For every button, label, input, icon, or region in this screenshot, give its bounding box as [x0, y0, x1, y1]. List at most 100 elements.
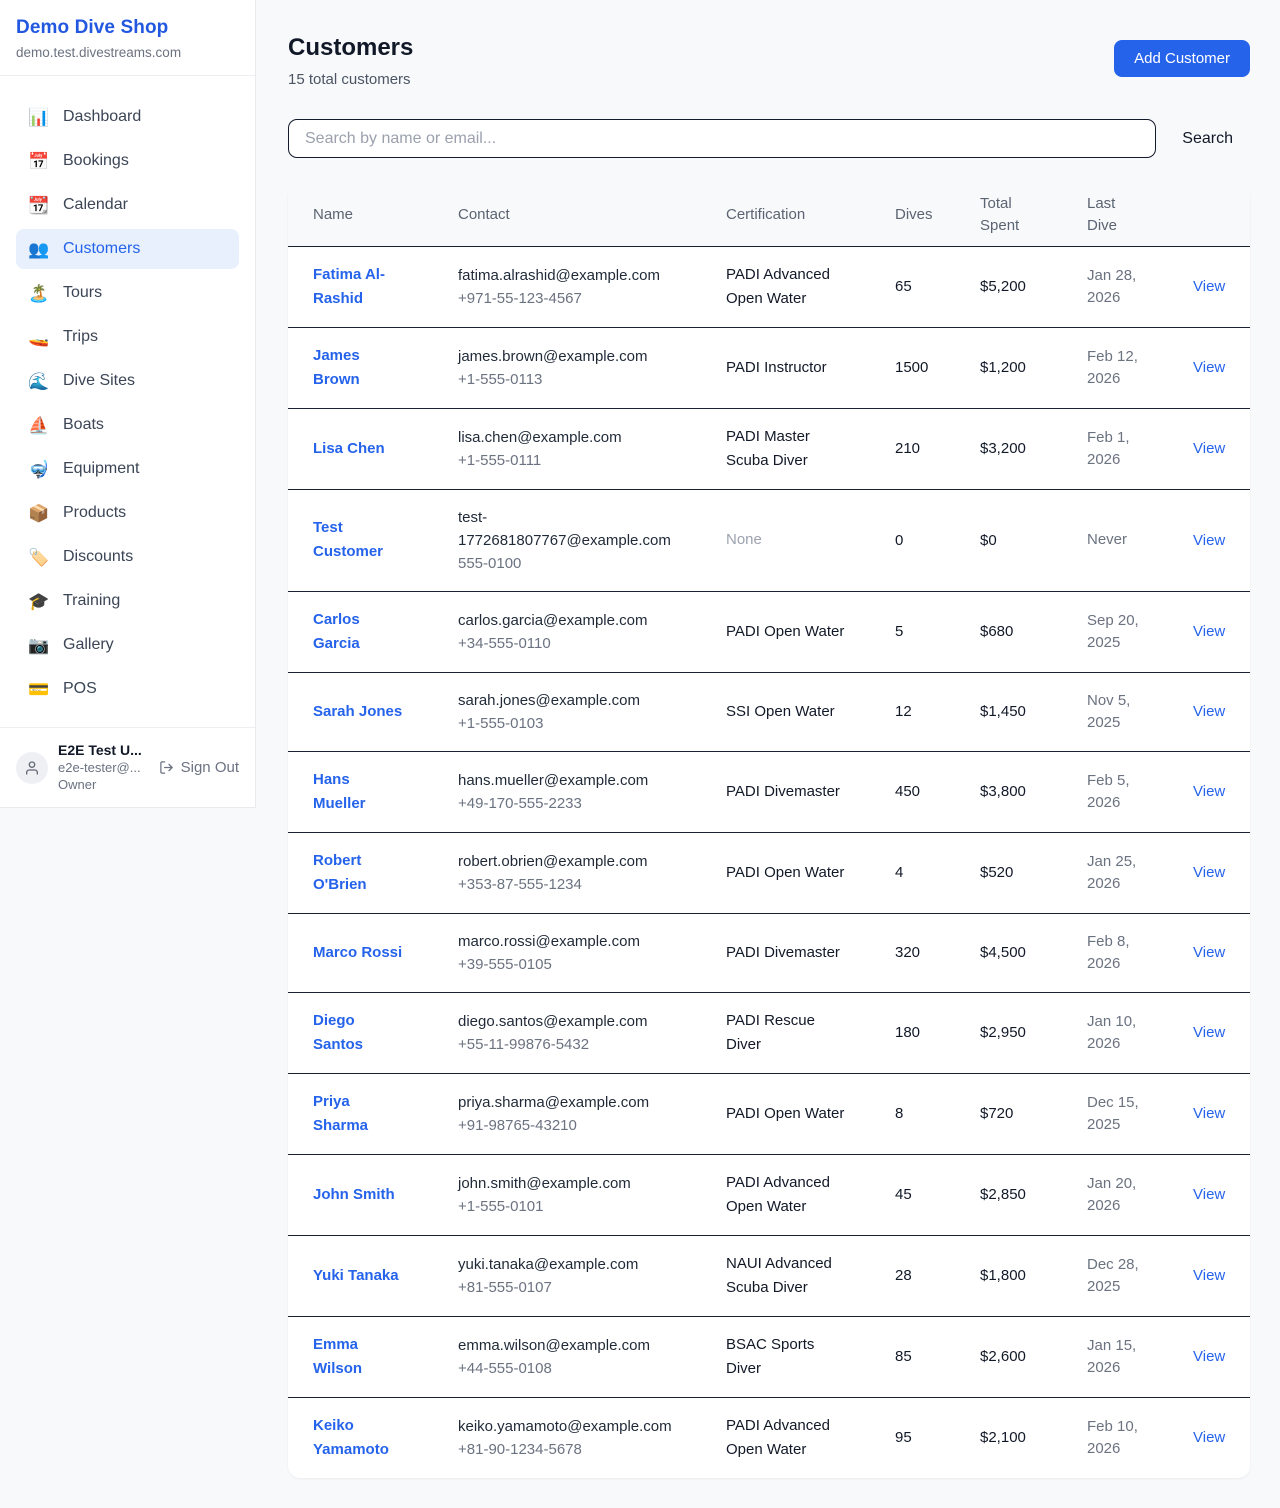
view-customer-link[interactable]: View — [1193, 1186, 1225, 1203]
customer-name-link[interactable]: Lisa Chen — [313, 440, 385, 457]
customer-dives: 1500 — [895, 327, 980, 408]
sidebar-item-boats[interactable]: ⛵ Boats — [16, 405, 239, 445]
customer-email: marco.rossi@example.com — [458, 930, 686, 953]
customer-name-link[interactable]: Yuki Tanaka — [313, 1267, 399, 1284]
view-customer-link[interactable]: View — [1193, 783, 1225, 800]
view-customer-link[interactable]: View — [1193, 1024, 1225, 1041]
customer-last-dive: Jan 20, 2026 — [1087, 1154, 1193, 1235]
view-customer-link[interactable]: View — [1193, 1105, 1225, 1122]
view-customer-link[interactable]: View — [1193, 1348, 1225, 1365]
sidebar-item-discounts[interactable]: 🏷️ Discounts — [16, 537, 239, 577]
customer-name-link[interactable]: Carlos Garcia — [313, 611, 360, 652]
view-customer-link[interactable]: View — [1193, 440, 1225, 457]
customer-row: Emma Wilson emma.wilson@example.com +44-… — [288, 1316, 1250, 1397]
view-customer-link[interactable]: View — [1193, 703, 1225, 720]
customer-phone: +55-11-99876-5432 — [458, 1033, 686, 1056]
sidebar-item-equipment[interactable]: 🤿 Equipment — [16, 449, 239, 489]
customer-row: Diego Santos diego.santos@example.com +5… — [288, 992, 1250, 1073]
column-header-last-dive: Last Dive — [1087, 184, 1193, 246]
user-role: Owner — [58, 776, 149, 793]
search-input[interactable] — [288, 119, 1156, 158]
customer-phone: +353-87-555-1234 — [458, 873, 686, 896]
sidebar-item-bookings[interactable]: 📅 Bookings — [16, 141, 239, 181]
customer-name-link[interactable]: James Brown — [313, 347, 360, 388]
customer-last-dive: Feb 5, 2026 — [1087, 751, 1193, 832]
customer-phone: +1-555-0101 — [458, 1195, 686, 1218]
sidebar-item-training[interactable]: 🎓 Training — [16, 581, 239, 621]
customer-total-spent: $1,800 — [980, 1235, 1087, 1316]
view-customer-link[interactable]: View — [1193, 278, 1225, 295]
sidebar-item-label: Discounts — [63, 548, 133, 566]
customer-phone: +91-98765-43210 — [458, 1114, 686, 1137]
customer-email: robert.obrien@example.com — [458, 850, 686, 873]
customer-certification: None — [726, 489, 895, 591]
customer-name-link[interactable]: Fatima Al- Rashid — [313, 266, 385, 307]
customer-name-link[interactable]: Keiko Yamamoto — [313, 1417, 389, 1458]
customer-name-link[interactable]: Emma Wilson — [313, 1336, 362, 1377]
sidebar-item-pos[interactable]: 💳 POS — [16, 669, 239, 709]
customer-total-spent: $680 — [980, 591, 1087, 672]
customer-total-spent: $4,500 — [980, 913, 1087, 992]
view-customer-link[interactable]: View — [1193, 1429, 1225, 1446]
sidebar-item-label: Customers — [63, 240, 140, 258]
customer-email: lisa.chen@example.com — [458, 426, 686, 449]
customer-total-spent: $2,600 — [980, 1316, 1087, 1397]
customer-row: Lisa Chen lisa.chen@example.com +1-555-0… — [288, 408, 1250, 489]
sidebar-item-label: Tours — [63, 284, 102, 302]
customer-last-dive: Jan 28, 2026 — [1087, 246, 1193, 327]
customer-phone: +39-555-0105 — [458, 953, 686, 976]
customer-name-link[interactable]: Priya Sharma — [313, 1093, 368, 1134]
wave-icon: 🌊 — [28, 373, 48, 390]
shop-domain: demo.test.divestreams.com — [16, 45, 239, 60]
view-customer-link[interactable]: View — [1193, 944, 1225, 961]
customer-total-spent: $1,200 — [980, 327, 1087, 408]
view-customer-link[interactable]: View — [1193, 864, 1225, 881]
sign-out-button[interactable]: Sign Out — [159, 759, 239, 776]
person-icon — [24, 760, 40, 776]
sidebar-item-calendar[interactable]: 📆 Calendar — [16, 185, 239, 225]
column-header-total-spent: Total Spent — [980, 184, 1087, 246]
customer-last-dive: Sep 20, 2025 — [1087, 591, 1193, 672]
search-bar: Search — [288, 119, 1250, 158]
customer-email: carlos.garcia@example.com — [458, 609, 686, 632]
customer-dives: 180 — [895, 992, 980, 1073]
customer-last-dive: Jan 15, 2026 — [1087, 1316, 1193, 1397]
view-customer-link[interactable]: View — [1193, 623, 1225, 640]
customer-certification: PADI Open Water — [726, 832, 895, 913]
customer-name-link[interactable]: Marco Rossi — [313, 944, 402, 961]
customer-dives: 85 — [895, 1316, 980, 1397]
search-button[interactable]: Search — [1156, 130, 1250, 148]
sidebar-item-trips[interactable]: 🚤 Trips — [16, 317, 239, 357]
customer-name-link[interactable]: John Smith — [313, 1186, 395, 1203]
customer-name-link[interactable]: Robert O'Brien — [313, 852, 367, 893]
page-title-block: Customers 15 total customers — [288, 34, 413, 88]
customer-certification: PADI Master Scuba Diver — [726, 408, 895, 489]
shop-name-link[interactable]: Demo Dive Shop — [16, 17, 239, 39]
sidebar-item-gallery[interactable]: 📷 Gallery — [16, 625, 239, 665]
customer-name-link[interactable]: Diego Santos — [313, 1012, 363, 1053]
customer-name-link[interactable]: Hans Mueller — [313, 771, 366, 812]
add-customer-button[interactable]: Add Customer — [1114, 40, 1250, 77]
view-customer-link[interactable]: View — [1193, 532, 1225, 549]
customer-name-link[interactable]: Test Customer — [313, 519, 383, 560]
sidebar-item-dive-sites[interactable]: 🌊 Dive Sites — [16, 361, 239, 401]
customer-certification: PADI Advanced Open Water — [726, 1154, 895, 1235]
customer-dives: 95 — [895, 1397, 980, 1478]
customer-name-link[interactable]: Sarah Jones — [313, 703, 402, 720]
customer-total-spent: $2,850 — [980, 1154, 1087, 1235]
view-customer-link[interactable]: View — [1193, 1267, 1225, 1284]
sidebar-item-dashboard[interactable]: 📊 Dashboard — [16, 97, 239, 137]
customer-certification: PADI Advanced Open Water — [726, 246, 895, 327]
user-section: E2E Test U... e2e-tester@... Owner Sign … — [0, 727, 255, 807]
sidebar-item-customers[interactable]: 👥 Customers — [16, 229, 239, 269]
view-customer-link[interactable]: View — [1193, 359, 1225, 376]
customer-row: Yuki Tanaka yuki.tanaka@example.com +81-… — [288, 1235, 1250, 1316]
sidebar-item-label: Boats — [63, 416, 104, 434]
sidebar-item-tours[interactable]: 🏝️ Tours — [16, 273, 239, 313]
sidebar-item-products[interactable]: 📦 Products — [16, 493, 239, 533]
customer-dives: 28 — [895, 1235, 980, 1316]
customer-total-spent: $5,200 — [980, 246, 1087, 327]
customer-row: Keiko Yamamoto keiko.yamamoto@example.co… — [288, 1397, 1250, 1478]
customer-row: Robert O'Brien robert.obrien@example.com… — [288, 832, 1250, 913]
avatar — [16, 752, 48, 784]
